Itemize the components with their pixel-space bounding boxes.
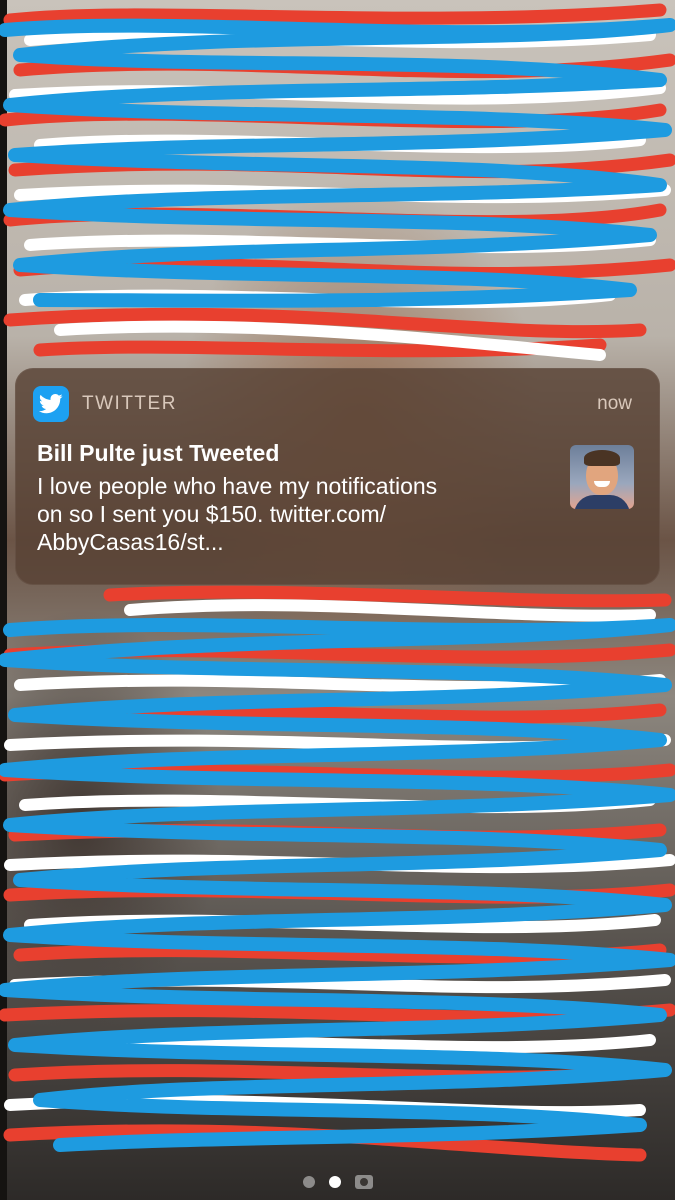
notification-body: I love people who have my notifications … [37, 473, 438, 555]
notification-time: now [597, 393, 632, 414]
page-dot[interactable] [302, 1176, 315, 1188]
push-notification[interactable]: TWITTER now Bill Pulte just Tweeted I lo… [15, 368, 660, 585]
scribble-redaction-top [0, 3, 675, 361]
camera-icon[interactable] [354, 1175, 373, 1189]
notification-title: Bill Pulte just Tweeted [37, 440, 280, 466]
notification-app-name: TWITTER [82, 393, 177, 414]
scribble-redaction-bottom [0, 585, 675, 1162]
page-indicator[interactable] [0, 1172, 675, 1192]
twitter-bird-icon [33, 386, 69, 422]
notification-header: TWITTER now [15, 368, 660, 438]
page-dot-active[interactable] [328, 1176, 341, 1188]
avatar [570, 445, 634, 509]
